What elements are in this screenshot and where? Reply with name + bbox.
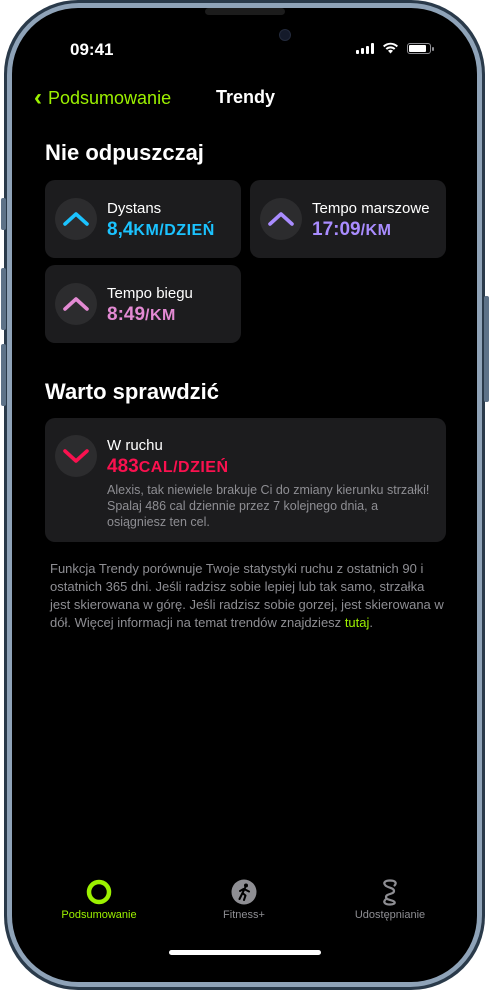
- battery-icon: [407, 42, 434, 54]
- side-button: [484, 296, 489, 402]
- action-button: [1, 198, 6, 230]
- trend-label: Tempo biegu: [107, 285, 193, 302]
- trend-card-run-pace[interactable]: Tempo biegu 8:49/KM: [45, 265, 241, 343]
- camera-icon: [279, 29, 291, 41]
- status-time: 09:41: [70, 40, 114, 59]
- trend-message: Alexis, tak niewiele brakuje Ci do zmian…: [107, 483, 430, 529]
- back-label: Podsumowanie: [48, 87, 172, 108]
- info-link[interactable]: tutaj: [345, 615, 370, 630]
- tab-fitness-plus[interactable]: Fitness+: [174, 878, 314, 921]
- sharing-icon: [383, 879, 397, 906]
- volume-up-button: [1, 268, 6, 330]
- navigation-bar: ‹ Podsumowanie Trendy: [34, 86, 454, 112]
- running-figure-icon: [231, 879, 257, 905]
- trend-value: 483CAL/DZIEŃ: [107, 456, 229, 477]
- arrow-up-icon: [55, 283, 97, 325]
- section-title-keep-up: Nie odpuszczaj: [45, 140, 204, 165]
- page-title: Trendy: [216, 87, 276, 107]
- trend-label: W ruchu: [107, 437, 163, 454]
- section-title-check: Warto sprawdzić: [45, 379, 219, 404]
- trend-value: 8:49/KM: [107, 304, 176, 325]
- trend-card-walk-pace[interactable]: Tempo marszowe 17:09/KM: [250, 180, 446, 258]
- arrow-down-icon: [55, 435, 97, 477]
- footnote-end: .: [369, 615, 374, 630]
- tab-bar: Podsumowanie Fitness+ Udostępnianie: [24, 878, 465, 928]
- trend-label: Tempo marszowe: [312, 200, 430, 217]
- trend-unit: CAL/DZIEŃ: [138, 459, 229, 476]
- footnote-text: Funkcja Trendy porównuje Twoje statystyk…: [50, 561, 444, 630]
- tab-summary[interactable]: Podsumowanie: [29, 878, 169, 921]
- activity-ring-icon: [86, 879, 112, 905]
- trend-unit: /KM: [360, 222, 392, 239]
- wifi-icon: [383, 42, 398, 54]
- home-indicator[interactable]: [169, 950, 321, 955]
- screen: 09:41 ‹ Podsumowanie Trendy Nie odpuszcz…: [24, 20, 465, 970]
- trend-value: 17:09/KM: [312, 219, 392, 240]
- back-button[interactable]: ‹ Podsumowanie: [34, 86, 171, 110]
- speaker-grille: [205, 8, 285, 15]
- trend-unit: /KM: [145, 307, 176, 324]
- status-icons: [356, 42, 434, 54]
- trend-label: Dystans: [107, 200, 162, 217]
- trends-footnote: Funkcja Trendy porównuje Twoje statystyk…: [50, 560, 445, 632]
- tab-label: Podsumowanie: [61, 909, 137, 921]
- trend-card-distance[interactable]: Dystans 8,4KM/DZIEŃ: [45, 180, 241, 258]
- chevron-left-icon: ‹: [34, 84, 42, 111]
- tab-label: Fitness+: [223, 909, 265, 921]
- arrow-up-icon: [260, 198, 302, 240]
- trend-card-move[interactable]: W ruchu 483CAL/DZIEŃ Alexis, tak niewiel…: [45, 418, 446, 542]
- trend-value: 8,4KM/DZIEŃ: [107, 219, 215, 240]
- notch: [124, 20, 364, 52]
- volume-down-button: [1, 344, 6, 406]
- arrow-up-icon: [55, 198, 97, 240]
- trend-unit: KM/DZIEŃ: [133, 222, 215, 239]
- tab-label: Udostępnianie: [354, 909, 426, 921]
- tab-sharing[interactable]: Udostępnianie: [320, 878, 460, 921]
